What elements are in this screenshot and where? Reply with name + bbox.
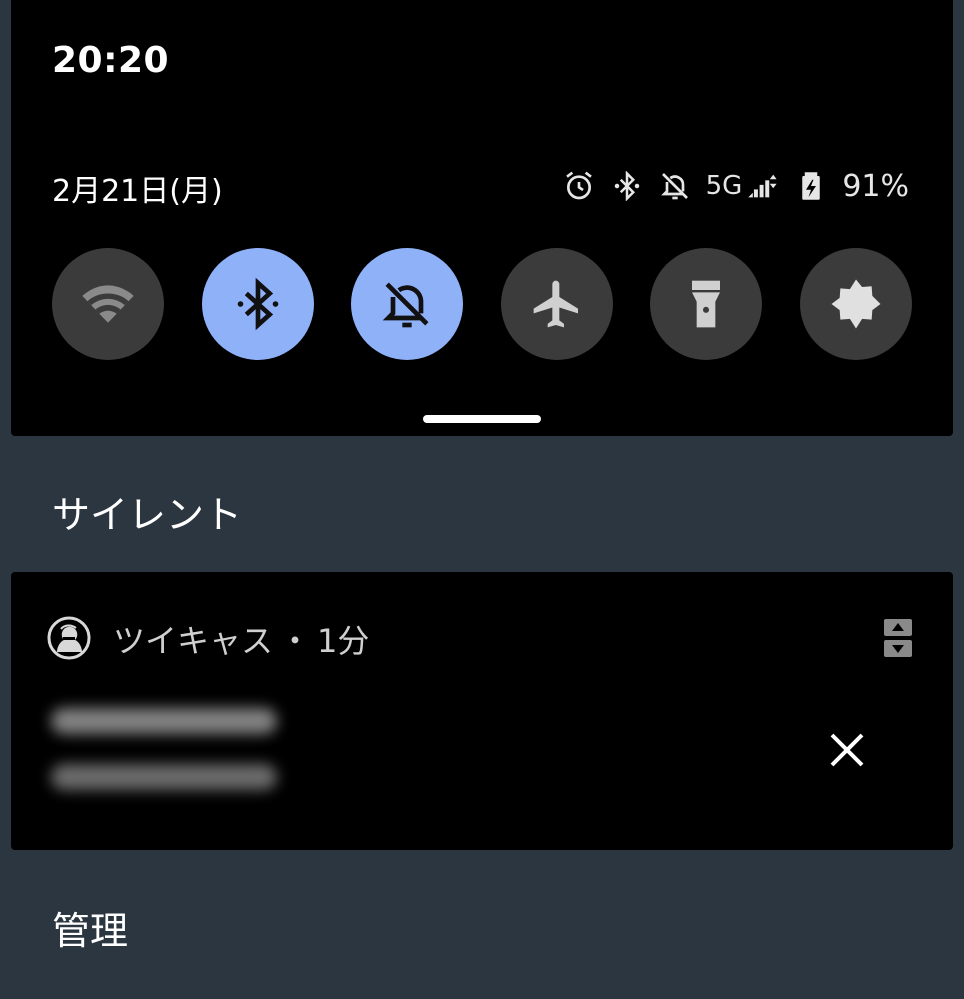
notifications-off-icon [382, 282, 429, 328]
drag-handle[interactable] [423, 415, 541, 423]
dark-theme-icon [831, 279, 881, 329]
notification-text-redacted [51, 764, 277, 790]
notification-header: ツイキャス ・ 1分 [113, 616, 369, 662]
notification-time: 1分 [317, 622, 370, 660]
flashlight-icon [692, 280, 721, 328]
signal-icon [746, 169, 780, 203]
bluetooth-icon [610, 169, 644, 203]
twitcasting-app-icon [47, 616, 91, 660]
tile-silent[interactable] [351, 248, 464, 360]
clock: 20:20 [52, 40, 170, 81]
notification-shade: 20:20 2月21日(月) 5G 91% サイレント ツイキャス ・ 1分 管… [0, 0, 964, 999]
tile-wifi[interactable] [52, 248, 164, 360]
notification-title-redacted [51, 708, 277, 734]
notification-card[interactable]: ツイキャス ・ 1分 [11, 572, 953, 850]
tile-dark-theme[interactable] [799, 248, 912, 360]
status-icons: 5G 91% [562, 166, 909, 206]
tile-flashlight[interactable] [650, 248, 763, 360]
notifications-off-icon [658, 169, 692, 203]
airplane-icon [533, 280, 578, 328]
battery-charging-icon [794, 169, 828, 203]
close-icon[interactable] [827, 730, 867, 770]
wifi-icon [82, 285, 134, 323]
manage-button[interactable]: 管理 [52, 900, 128, 955]
bluetooth-icon [237, 277, 278, 331]
battery-percent: 91% [842, 168, 909, 204]
date-label: 2月21日(月) [52, 174, 223, 209]
expand-collapse-icon[interactable] [883, 618, 913, 658]
quick-settings-panel: 20:20 2月21日(月) 5G 91% [11, 0, 953, 436]
alarm-icon [562, 169, 596, 203]
notification-app-name: ツイキャス [113, 622, 274, 660]
section-title-silent: サイレント [52, 493, 243, 537]
tile-bluetooth[interactable] [201, 248, 314, 360]
quick-settings-tiles [52, 248, 912, 360]
notification-separator: ・ [279, 622, 312, 660]
tile-airplane[interactable] [500, 248, 613, 360]
network-type: 5G [705, 171, 743, 201]
